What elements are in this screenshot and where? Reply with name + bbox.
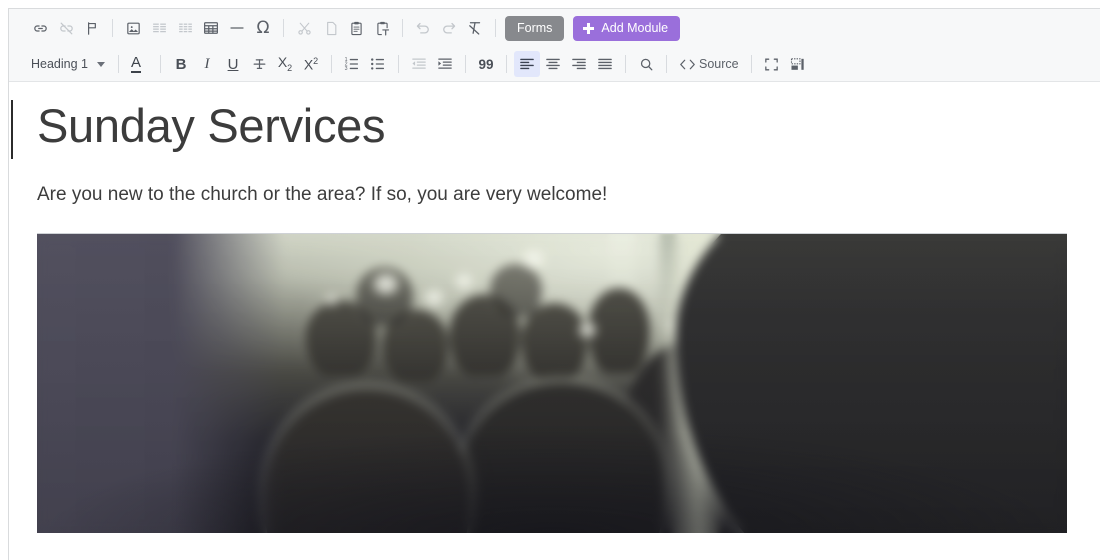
paragraph-format-dropdown[interactable]: Heading 1 — [27, 51, 111, 77]
table-icon[interactable] — [198, 15, 224, 41]
redo-icon[interactable] — [436, 15, 462, 41]
decrease-indent-icon[interactable] — [406, 51, 432, 77]
separator — [331, 55, 333, 73]
editor-page: Ω Forms Add Module Heading 1 A B I U X2 … — [0, 0, 1100, 560]
svg-text:3: 3 — [345, 66, 348, 72]
superscript-icon[interactable]: X2 — [298, 51, 324, 77]
congregation-image[interactable] — [37, 232, 1067, 533]
source-label: Source — [699, 57, 739, 71]
toolbar-row-1: Ω Forms Add Module — [9, 9, 1100, 47]
congregation-image-canvas — [37, 233, 1067, 533]
separator — [465, 55, 467, 73]
code-brackets-icon — [679, 58, 696, 71]
editor-content-area[interactable]: Sunday Services Are you new to the churc… — [9, 82, 1100, 543]
bulleted-list-icon[interactable] — [365, 51, 391, 77]
link-icon[interactable] — [27, 15, 53, 41]
unlink-icon[interactable] — [53, 15, 79, 41]
separator — [402, 19, 403, 37]
align-left-icon[interactable] — [514, 51, 541, 77]
text-color-icon[interactable]: A — [126, 51, 153, 77]
anchor-flag-icon[interactable] — [79, 15, 105, 41]
forms-button[interactable]: Forms — [505, 15, 565, 41]
paste-as-text-icon[interactable] — [369, 15, 395, 41]
text-color-letter: A — [131, 54, 142, 73]
add-module-label: Add Module — [601, 21, 669, 35]
two-column-template-icon[interactable] — [146, 15, 172, 41]
bold-icon[interactable]: B — [168, 51, 194, 77]
separator — [118, 55, 119, 73]
show-blocks-icon[interactable] — [785, 51, 811, 77]
editor-toolbar: Ω Forms Add Module Heading 1 A B I U X2 … — [9, 9, 1100, 82]
underline-icon[interactable]: U — [220, 51, 246, 77]
separator — [750, 55, 752, 73]
remove-format-icon[interactable] — [462, 15, 488, 41]
justify-icon[interactable] — [592, 51, 618, 77]
separator — [506, 55, 508, 73]
add-module-button[interactable]: Add Module — [573, 15, 681, 41]
three-column-template-icon[interactable] — [172, 15, 198, 41]
separator — [495, 19, 496, 37]
paragraph-format-value: Heading 1 — [31, 57, 88, 71]
text-caret — [11, 100, 13, 159]
italic-icon[interactable]: I — [194, 51, 220, 77]
maximize-icon[interactable] — [759, 51, 785, 77]
special-character-icon[interactable]: Ω — [250, 15, 276, 41]
copy-icon[interactable] — [317, 15, 343, 41]
separator — [283, 19, 284, 37]
source-button[interactable]: Source — [674, 51, 744, 77]
numbered-list-icon[interactable]: 1 2 3 — [339, 51, 365, 77]
align-center-icon[interactable] — [540, 51, 566, 77]
blockquote-icon[interactable]: 99 — [473, 51, 499, 77]
paste-icon[interactable] — [343, 15, 369, 41]
search-icon[interactable] — [633, 51, 659, 77]
horizontal-rule-icon[interactable] — [224, 15, 250, 41]
subscript-icon[interactable]: X2 — [272, 51, 298, 77]
separator — [160, 55, 162, 73]
chevron-down-icon — [97, 61, 105, 67]
increase-indent-icon[interactable] — [432, 51, 458, 77]
separator — [666, 55, 668, 73]
rich-text-editor: Ω Forms Add Module Heading 1 A B I U X2 … — [8, 8, 1100, 560]
image-icon[interactable] — [120, 15, 146, 41]
separator — [112, 19, 113, 37]
undo-icon[interactable] — [410, 15, 436, 41]
cut-icon[interactable] — [291, 15, 317, 41]
separator — [625, 55, 627, 73]
toolbar-row-2: Heading 1 A B I U X2 X2 1 2 3 99 Source — [9, 47, 1100, 81]
page-title[interactable]: Sunday Services — [37, 82, 1072, 156]
align-right-icon[interactable] — [566, 51, 592, 77]
intro-paragraph[interactable]: Are you new to the church or the area? I… — [37, 156, 1072, 209]
separator — [398, 55, 400, 73]
strikethrough-icon[interactable] — [246, 51, 272, 77]
plus-icon — [583, 22, 595, 34]
